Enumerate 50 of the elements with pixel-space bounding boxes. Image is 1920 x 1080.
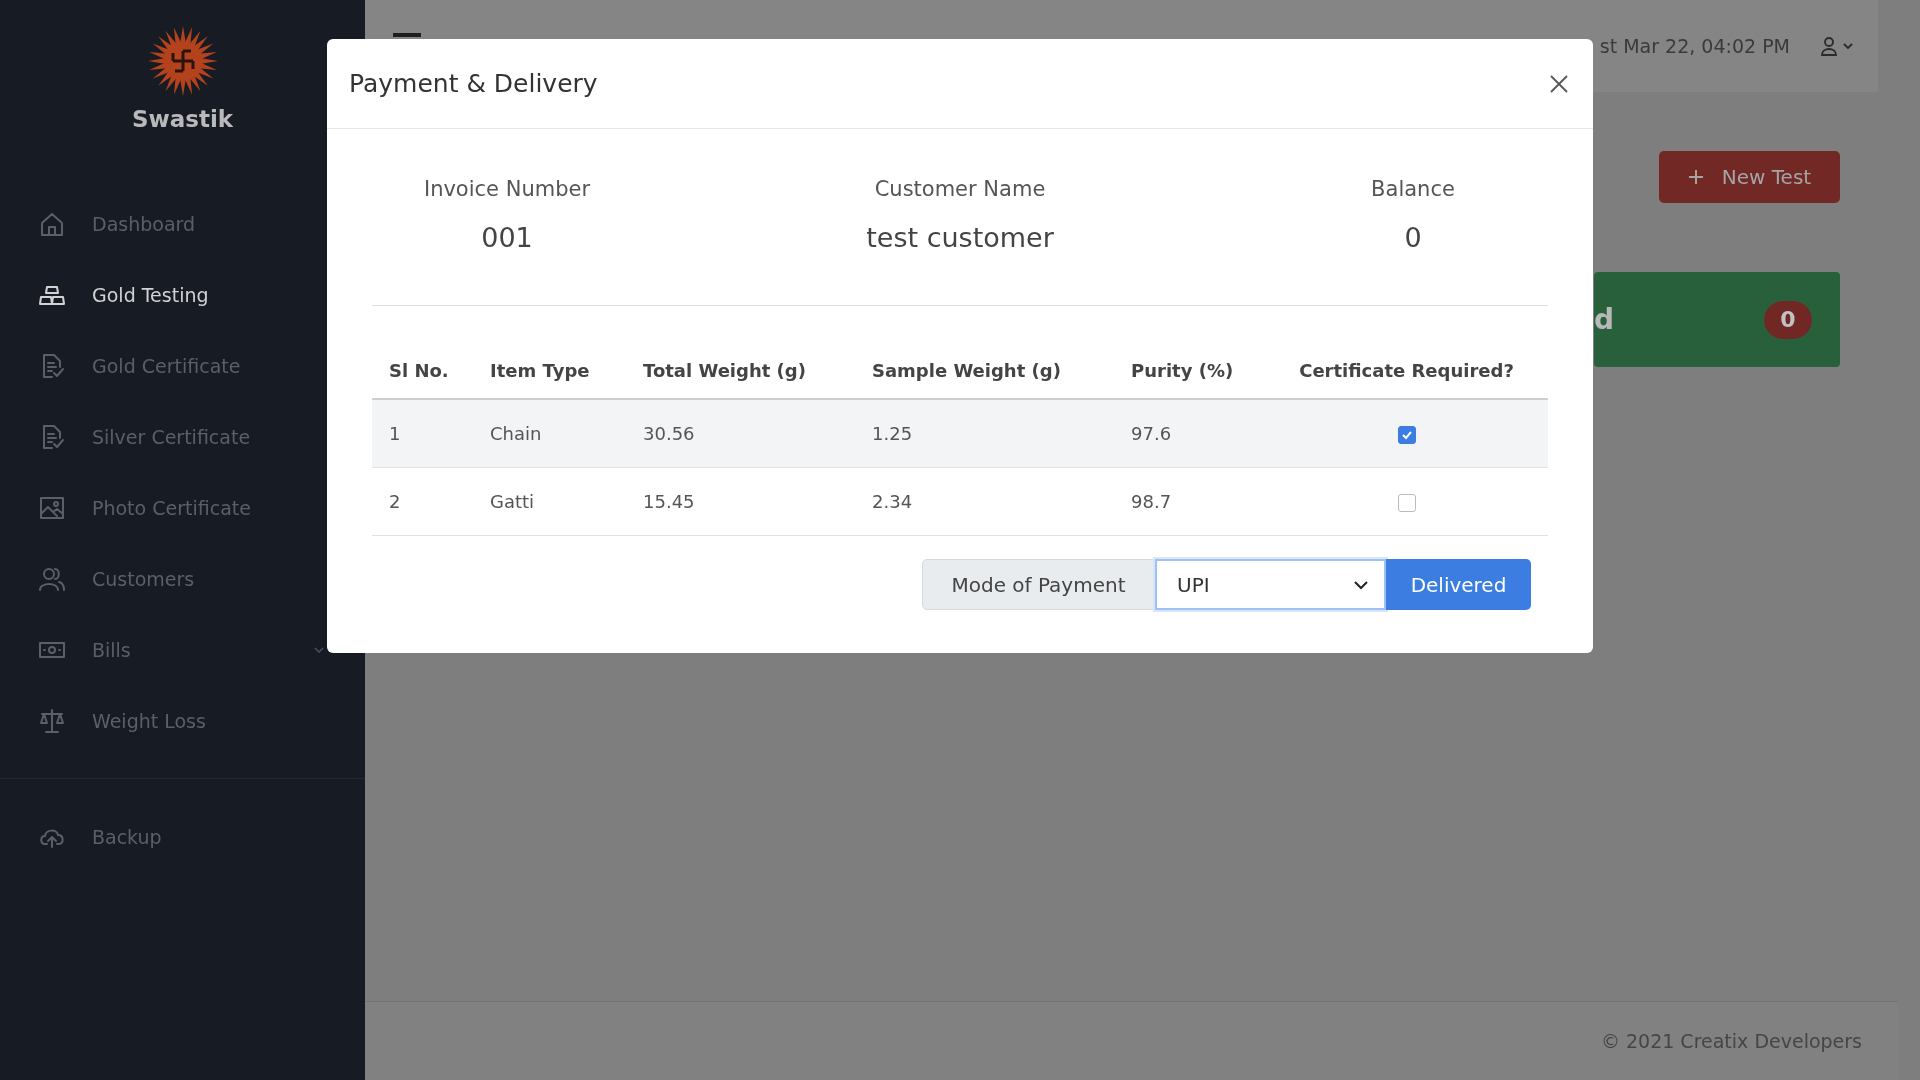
modal-title: Payment & Delivery — [349, 69, 598, 98]
payment-select[interactable]: UPI — [1155, 559, 1386, 610]
nav-item[interactable]: Gold Certificate — [0, 330, 365, 401]
nav-item[interactable]: Gold Testing — [0, 259, 365, 330]
table-cell: 98.7 — [1131, 491, 1172, 512]
payment-label: Mode of Payment — [922, 559, 1155, 610]
table-cell: 15.45 — [643, 491, 695, 512]
nav-item[interactable]: Photo Certificate — [0, 472, 365, 543]
nav-item[interactable]: Dashboard — [0, 188, 365, 259]
nav-item[interactable]: Bills — [0, 614, 365, 685]
nav-item[interactable]: Customers — [0, 543, 365, 614]
table-cell: 1 — [389, 423, 401, 444]
nav-item[interactable]: Weight Loss — [0, 685, 365, 756]
table-cell: 30.56 — [643, 423, 695, 444]
table-cell: 2 — [389, 491, 401, 512]
column-header: Sl No. — [389, 359, 449, 381]
copyright-text: © 2021 Creatix Developers — [1600, 1030, 1862, 1052]
table-cell: 97.6 — [1131, 423, 1172, 444]
summary-value: 001 — [481, 221, 533, 255]
new-test-button[interactable]: New Test — [1659, 151, 1840, 203]
close-icon[interactable] — [1549, 73, 1569, 94]
user-menu[interactable] — [1820, 36, 1854, 56]
column-header: Sample Weight (g) — [872, 359, 1061, 381]
chevron-down-icon — [1354, 579, 1368, 590]
table-cell: Gatti — [490, 491, 535, 512]
summary-label: Balance — [1371, 176, 1455, 203]
date-time: st Mar 22, 04:02 PM — [1599, 35, 1790, 57]
summary-label: Invoice Number — [423, 176, 591, 203]
count-badge: 0 — [1764, 300, 1812, 339]
summary-value: test customer — [866, 221, 1054, 255]
nav-item[interactable]: Silver Certificate — [0, 401, 365, 472]
checkbox[interactable] — [1397, 426, 1416, 444]
menu-icon[interactable] — [393, 33, 421, 39]
summary-label: Customer Name — [874, 176, 1046, 203]
table-cell: 1.25 — [872, 423, 913, 444]
plus-icon — [1687, 169, 1704, 185]
brand-name: Swastik — [131, 105, 234, 134]
column-header: Purity (%) — [1131, 359, 1234, 381]
stat-label: d — [1594, 303, 1615, 336]
table-cell: Chain — [490, 423, 542, 444]
delivered-button[interactable]: Delivered — [1386, 559, 1531, 610]
table-cell: 2.34 — [872, 491, 913, 512]
checkbox[interactable] — [1397, 494, 1416, 512]
summary-value: 0 — [1404, 221, 1422, 255]
column-header: Item Type — [490, 359, 590, 381]
column-header: Total Weight (g) — [643, 359, 806, 381]
check-icon — [1400, 429, 1413, 441]
nav-item[interactable]: Backup — [0, 801, 365, 872]
column-header: Certificate Required? — [1299, 359, 1514, 381]
scale-icon — [38, 706, 66, 735]
